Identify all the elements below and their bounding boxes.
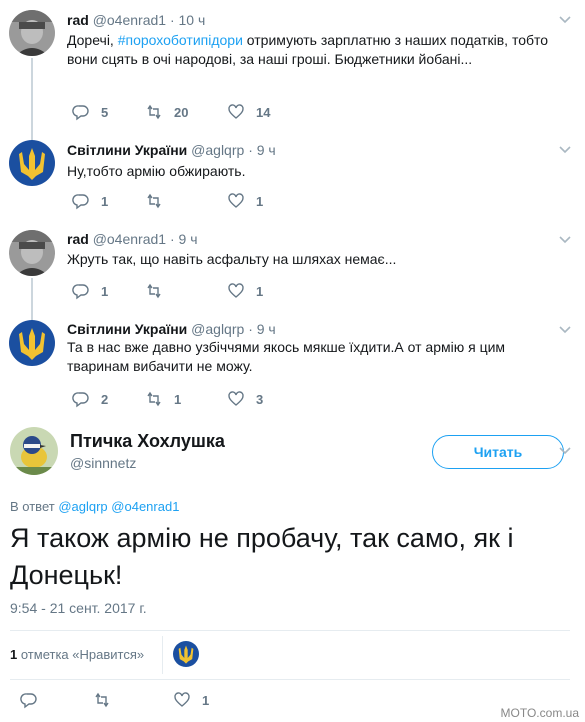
heart-icon: [228, 104, 244, 119]
author-name[interactable]: Світлини України: [67, 142, 187, 158]
reply-button[interactable]: 5: [72, 103, 108, 121]
chevron-down-icon[interactable]: [559, 14, 571, 26]
retweet-icon: [147, 193, 161, 209]
author-handle[interactable]: @sinnnetz: [70, 455, 136, 471]
retweet-icon: [147, 104, 161, 120]
reply-icon: [72, 105, 89, 121]
author-handle[interactable]: @o4enrad1: [93, 12, 166, 28]
tweet-3[interactable]: rad @o4enrad1 · 9 ч Жруть так, що навіть…: [0, 220, 585, 328]
avatar[interactable]: [9, 10, 55, 56]
like-button[interactable]: 1: [227, 282, 263, 300]
retweet-icon: [147, 391, 161, 407]
like-count: 1: [256, 193, 264, 209]
likes-label: отметка «Нравится»: [20, 647, 145, 662]
like-button[interactable]: 3: [227, 390, 263, 408]
tweet-actions: 1 1: [67, 192, 367, 212]
tweet-header: Світлини України @aglqrp · 9 ч: [67, 320, 276, 338]
reply-count: 2: [101, 391, 109, 407]
reply-prefix: В ответ: [10, 499, 55, 514]
chevron-down-icon[interactable]: [559, 324, 571, 336]
author-name[interactable]: Птичка Хохлушка: [70, 431, 225, 452]
reply-button[interactable]: 2: [72, 390, 108, 408]
tweet-time[interactable]: · 9 ч: [248, 321, 276, 337]
tweet-time[interactable]: · 9 ч: [170, 231, 198, 247]
reply-icon: [72, 392, 89, 408]
like-count: 1: [256, 283, 264, 299]
retweet-button[interactable]: 1: [145, 390, 181, 408]
mention-link[interactable]: @aglqrp: [58, 499, 107, 514]
retweet-button[interactable]: [145, 282, 174, 300]
liker-avatar[interactable]: [173, 641, 199, 667]
heart-icon: [228, 193, 244, 208]
tweet-4[interactable]: Світлини України @aglqrp · 9 ч Та в нас …: [0, 310, 585, 418]
reply-count: 5: [101, 104, 109, 120]
tweet-text: Жруть так, що навіть асфальту на шляхах …: [67, 251, 397, 267]
watermark: MOTO.com.ua: [500, 706, 579, 720]
reply-icon: [72, 284, 89, 300]
avatar[interactable]: [9, 230, 55, 276]
like-count: 3: [256, 391, 264, 407]
mention-link[interactable]: @o4enrad1: [111, 499, 179, 514]
retweet-button[interactable]: 20: [145, 103, 188, 121]
chevron-down-icon[interactable]: [559, 234, 571, 246]
like-count: 1: [202, 692, 210, 708]
heart-icon: [228, 283, 244, 298]
retweet-count: 20: [174, 104, 189, 120]
tweet-text: Ну,тобто армію обжирають.: [67, 163, 246, 179]
chevron-down-icon[interactable]: [559, 144, 571, 156]
tweet-text: Доречі, #порохоботипідори отримують зарп…: [67, 31, 565, 69]
tweet-timestamp[interactable]: 9:54 - 21 сент. 2017 г.: [10, 600, 147, 616]
tweet-1[interactable]: rad @o4enrad1 · 10 ч Доречі, #порохоботи…: [0, 0, 585, 148]
author-name[interactable]: rad: [67, 231, 89, 247]
tweet-2[interactable]: Світлини України @aglqrp · 9 ч Ну,тобто …: [0, 130, 585, 220]
heart-icon: [174, 692, 190, 707]
tweet-header: rad @o4enrad1 · 9 ч: [67, 230, 198, 248]
like-button[interactable]: 1: [227, 192, 263, 210]
divider: [10, 679, 570, 680]
tweet-text: Я також армію не пробачу, так само, як і…: [10, 523, 514, 590]
retweet-icon: [147, 283, 161, 299]
tweet-text-part: Доречі,: [67, 32, 118, 48]
author-name[interactable]: rad: [67, 12, 89, 28]
tweet-header: rad @o4enrad1 · 10 ч: [67, 11, 205, 29]
tweet-time[interactable]: · 10 ч: [170, 12, 205, 28]
reply-count: 1: [101, 283, 109, 299]
reply-icon: [20, 693, 37, 709]
tweet-time[interactable]: · 9 ч: [248, 142, 276, 158]
retweet-count: 1: [174, 391, 182, 407]
like-count: 14: [256, 104, 271, 120]
heart-icon: [228, 391, 244, 406]
author-handle[interactable]: @aglqrp: [191, 142, 244, 158]
author-handle[interactable]: @o4enrad1: [93, 231, 166, 247]
tweet-actions: 1: [10, 691, 310, 711]
divider: [10, 630, 570, 631]
avatar[interactable]: [9, 140, 55, 186]
author-handle[interactable]: @aglqrp: [191, 321, 244, 337]
hashtag-link[interactable]: #порохоботипідори: [118, 32, 243, 48]
likes-summary[interactable]: 1 отметка «Нравится»: [10, 647, 144, 662]
like-button[interactable]: 1: [173, 691, 209, 709]
tweet-header: Світлини України @aglqrp · 9 ч: [67, 141, 276, 159]
tweet-text: Та в нас вже давно узбіччями якось мякше…: [67, 339, 506, 374]
reply-button[interactable]: 1: [72, 282, 108, 300]
divider: [162, 636, 163, 674]
retweet-icon: [95, 692, 109, 708]
tweet-actions: 5 20 14: [67, 103, 367, 123]
tweet-actions: 2 1 3: [67, 390, 367, 410]
avatar[interactable]: [10, 427, 58, 475]
likes-count: 1: [10, 647, 18, 662]
chevron-down-icon[interactable]: [559, 445, 571, 457]
reply-button[interactable]: 1: [72, 192, 108, 210]
retweet-button[interactable]: [145, 192, 174, 210]
reply-button[interactable]: [20, 691, 38, 709]
tweet-actions: 1 1: [67, 282, 367, 302]
retweet-button[interactable]: [93, 691, 111, 709]
reply-context: В ответ @aglqrp @o4enrad1: [10, 499, 179, 514]
author-name[interactable]: Світлини України: [67, 321, 187, 337]
like-button[interactable]: 14: [227, 103, 270, 121]
avatar[interactable]: [9, 320, 55, 366]
reply-icon: [72, 194, 89, 210]
follow-button[interactable]: Читать: [432, 435, 564, 469]
reply-count: 1: [101, 193, 109, 209]
